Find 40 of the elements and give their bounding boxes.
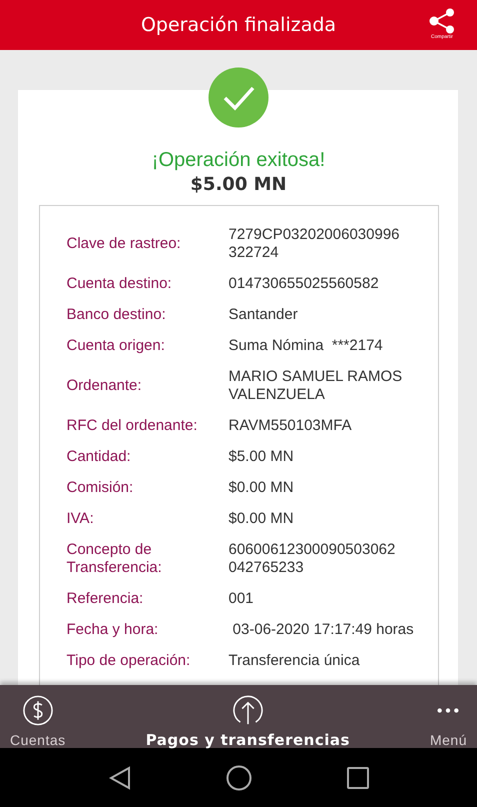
amount-text: $5.00 MN <box>190 174 287 196</box>
field-label: Comisión: <box>66 478 134 496</box>
field-label: Cantidad: <box>66 448 132 466</box>
field-label: Cuenta destino: <box>66 274 173 292</box>
field-label: Clave de rastreo: <box>66 234 182 252</box>
success-message: ¡Operación exitosa! <box>152 148 326 172</box>
field-label: Referencia: <box>66 590 144 608</box>
field-label: Ordenante: <box>66 376 143 394</box>
field-value: 014730655025560582 <box>228 274 380 292</box>
field-label: Tipo de operación: <box>66 652 192 670</box>
field-label: RFC del ordenante: <box>66 416 198 434</box>
nav-tab[interactable]: Cuentas <box>10 695 66 748</box>
home-icon[interactable] <box>226 764 252 790</box>
field-value: Santander <box>228 306 299 324</box>
field-value: 60600612300090503062 042765233 <box>228 540 396 576</box>
recents-icon[interactable] <box>346 766 368 788</box>
check-icon <box>208 67 269 128</box>
field-label: Cuenta origen: <box>66 336 166 354</box>
more-icon <box>435 708 462 713</box>
field-label: IVA: <box>66 510 95 528</box>
share-icon <box>429 8 455 34</box>
field-value: $0.00 MN <box>228 478 295 496</box>
field-value: RAVM550103MFA <box>228 416 353 434</box>
field-label: Banco destino: <box>66 306 167 324</box>
field-value: MARIO SAMUEL RAMOS VALENZUELA <box>228 368 404 404</box>
back-icon[interactable] <box>108 766 130 790</box>
field-value: 7279CP03202006030996 322724 <box>228 226 400 262</box>
field-value: $0.00 MN <box>228 510 295 528</box>
nav-tab[interactable]: Pagos y transferencias <box>146 695 350 748</box>
field-value: Transferencia única <box>228 652 361 670</box>
nav-tab[interactable]: Menú <box>430 695 467 748</box>
screen-title: Operación finalizada <box>140 12 336 38</box>
arrow-up-icon <box>232 695 264 726</box>
field-value: Suma Nómina ***2174 <box>228 336 384 354</box>
dollar-icon <box>22 695 54 726</box>
field-value: 03-06-2020 17:17:49 horas <box>232 620 415 638</box>
field-value: $5.00 MN <box>228 448 295 466</box>
field-value: 001 <box>228 590 255 608</box>
field-label: Fecha y hora: <box>66 620 160 638</box>
field-label: Concepto de Transferencia: <box>66 540 163 576</box>
